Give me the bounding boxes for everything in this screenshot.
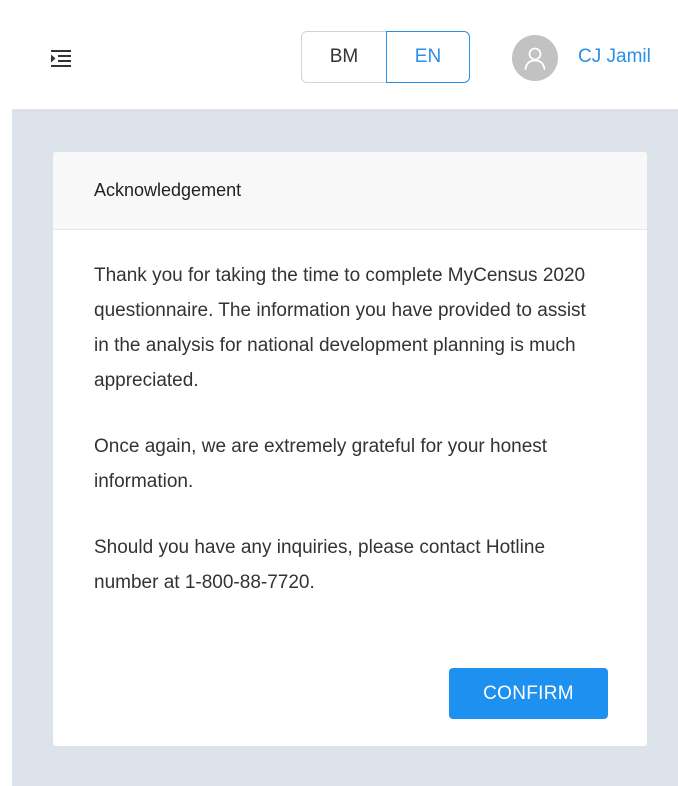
language-option-bm[interactable]: BM — [301, 31, 386, 83]
indent-menu-icon[interactable] — [50, 48, 72, 70]
top-bar: BM EN CJ Jamil — [12, 12, 678, 110]
card-title: Acknowledgement — [94, 180, 242, 200]
gratitude-paragraph: Once again, we are extremely grateful fo… — [94, 436, 548, 492]
contact-paragraph: Should you have any inquiries, please co… — [94, 537, 546, 593]
language-toggle: BM EN — [301, 31, 470, 83]
user-icon — [524, 47, 546, 70]
acknowledgement-card: Acknowledgement Thank you for taking the… — [53, 152, 647, 746]
thank-you-paragraph: Thank you for taking the time to complet… — [94, 265, 586, 391]
app-frame: BM EN CJ Jamil Acknowledgement Thank you… — [12, 12, 678, 786]
indent-menu-icon-graphic — [51, 50, 71, 67]
card-header: Acknowledgement — [53, 152, 647, 230]
card-body: Thank you for taking the time to complet… — [53, 230, 647, 600]
avatar[interactable] — [512, 35, 558, 81]
language-option-en[interactable]: EN — [386, 31, 470, 83]
user-name[interactable]: CJ Jamil — [578, 46, 651, 68]
confirm-button[interactable]: CONFIRM — [449, 668, 608, 719]
